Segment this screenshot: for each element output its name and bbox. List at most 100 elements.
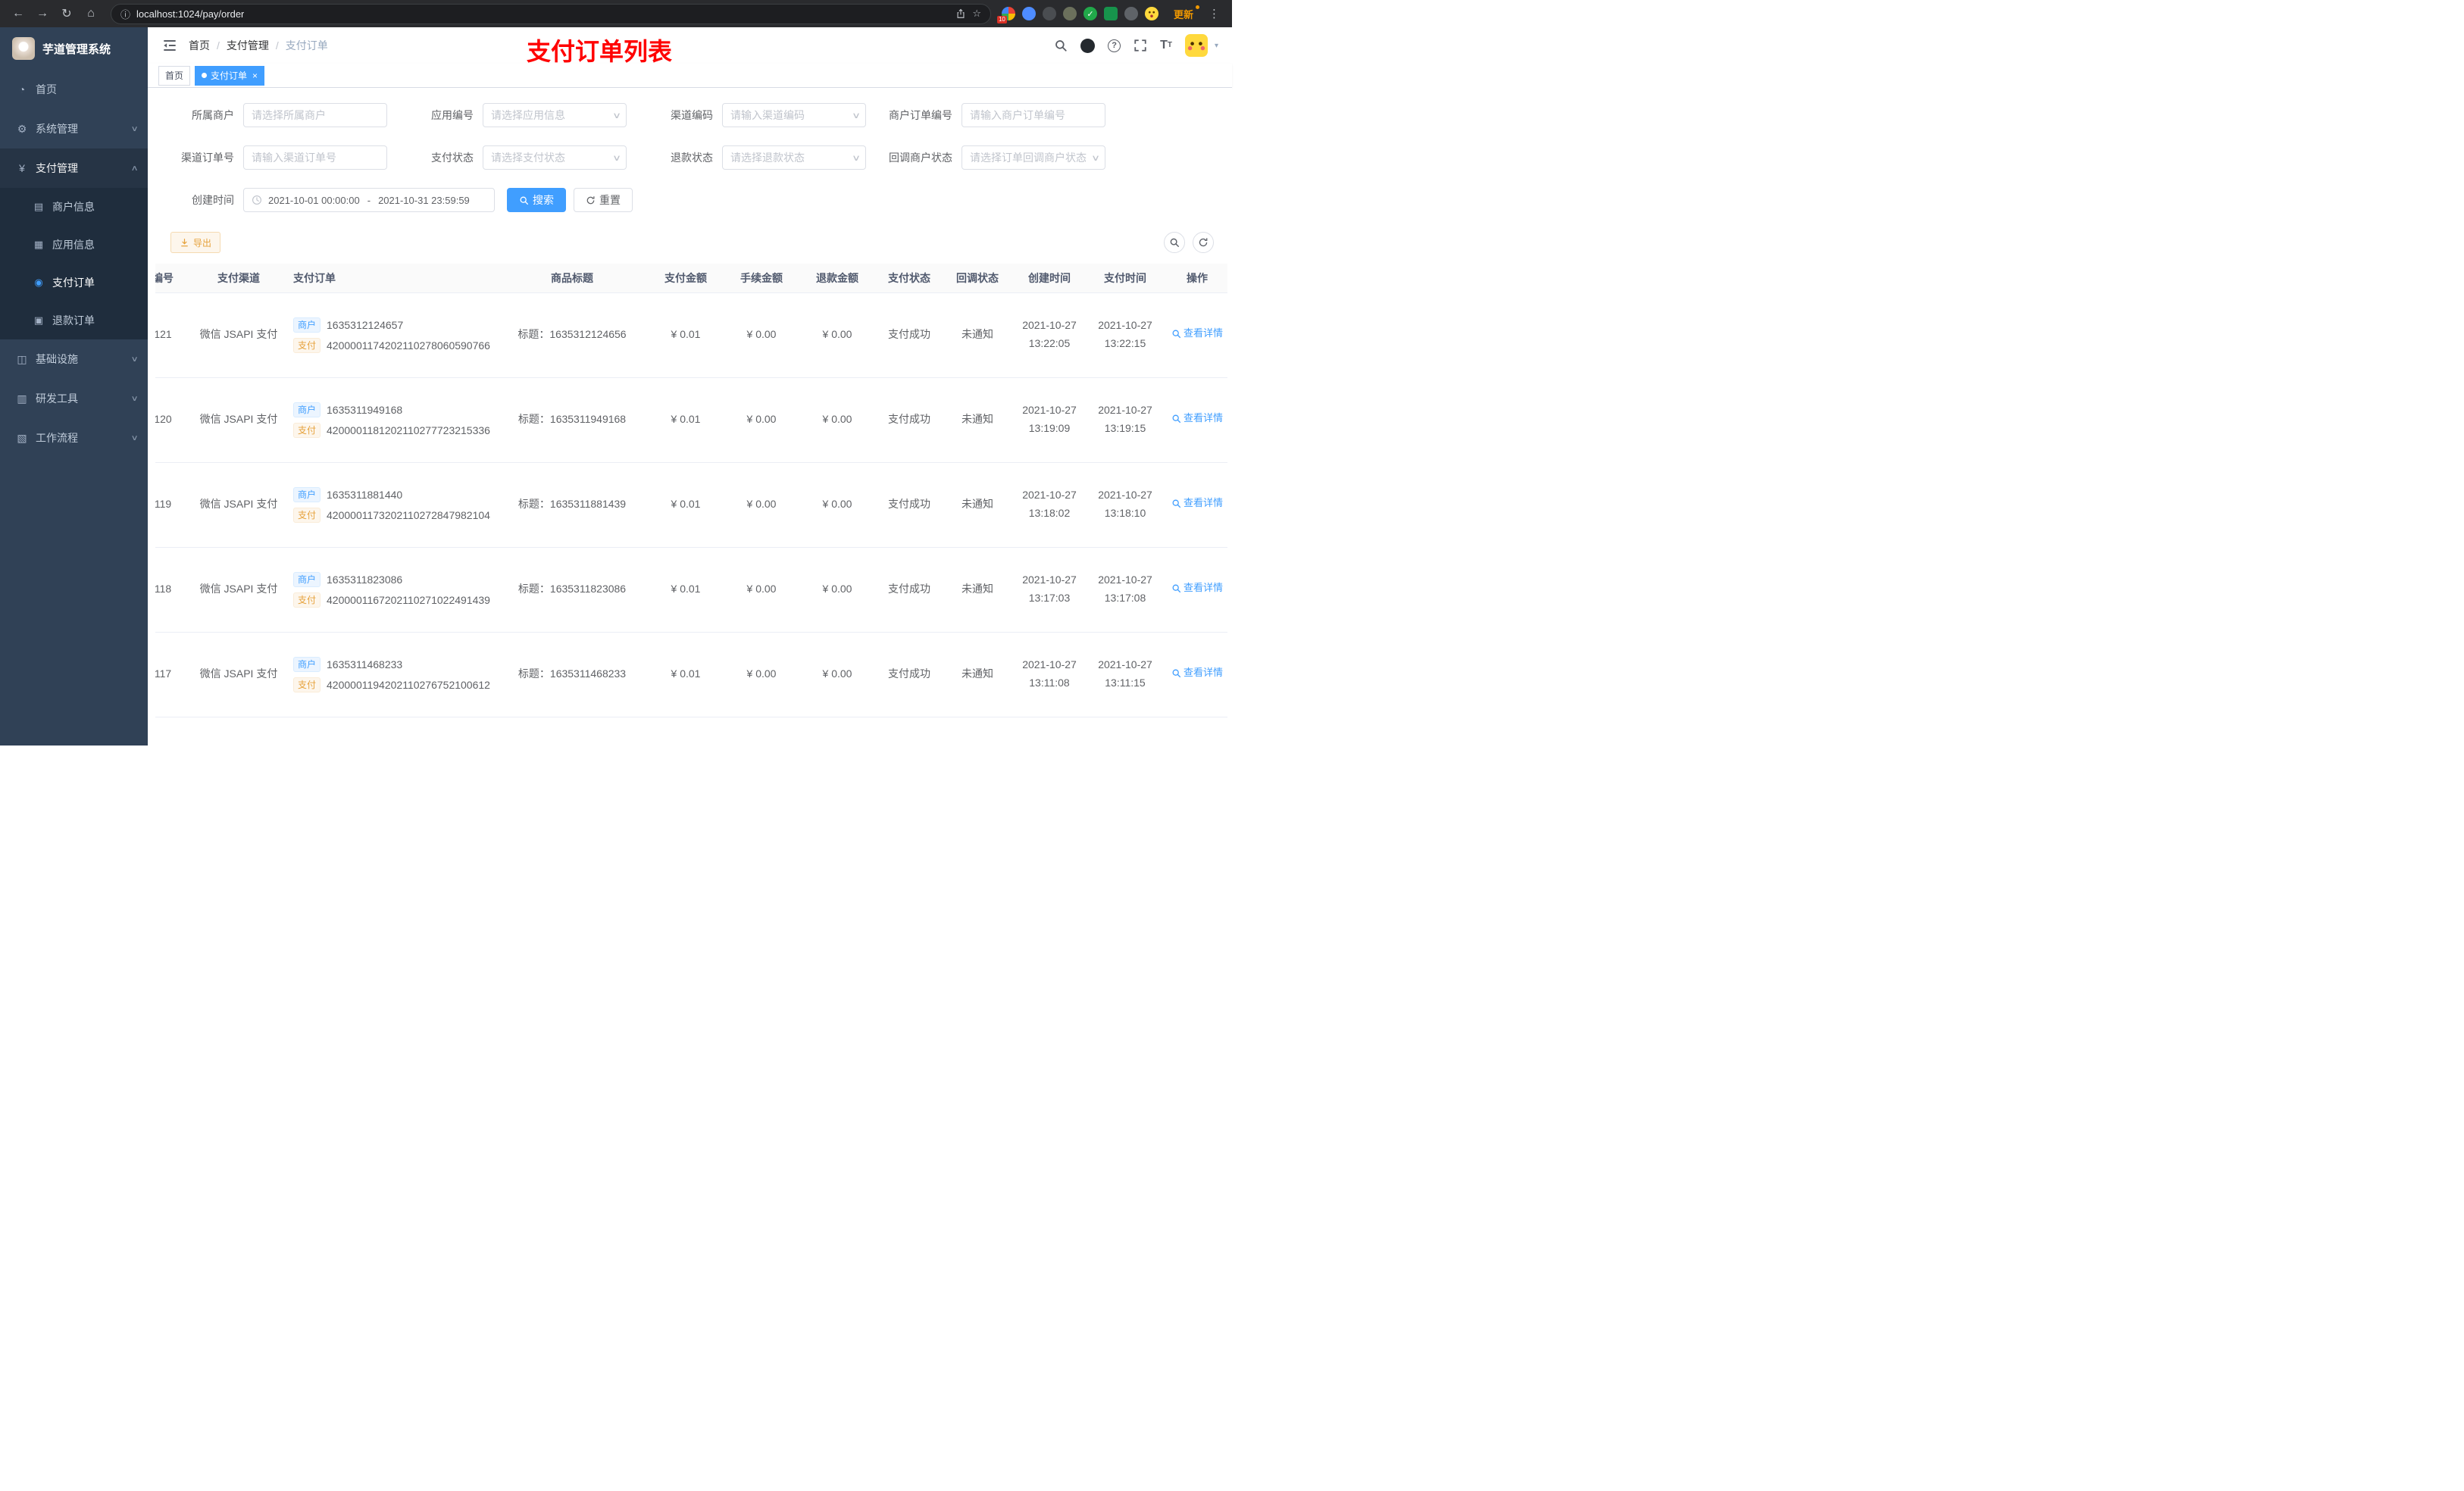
extension-icon[interactable]: ✓ bbox=[1083, 7, 1097, 20]
channel-code-input[interactable] bbox=[730, 109, 858, 121]
sidebar-item-system[interactable]: ⚙ 系统管理 ∨ bbox=[0, 109, 148, 148]
sidebar-item-home[interactable]: ◔ 首页 bbox=[0, 70, 148, 109]
pay-time-cell: 2021-10-27 13:18:10 bbox=[1087, 462, 1163, 548]
notify-status-input[interactable] bbox=[970, 152, 1097, 164]
view-detail-link[interactable]: 查看详情 bbox=[1171, 410, 1223, 427]
filter-notify-status: 回调商户状态 ∨ bbox=[886, 145, 1105, 170]
table-row: 117 微信 JSAPI 支付 商户 1635311468233 支付 420000119… bbox=[155, 632, 1227, 717]
filter-app-no: 应用编号 ∨ bbox=[407, 103, 627, 127]
pay-amount-cell: ¥ 0.01 bbox=[648, 292, 724, 378]
fee-amount-cell: ¥ 0.00 bbox=[724, 377, 799, 463]
close-icon[interactable]: × bbox=[252, 70, 258, 81]
toggle-search-icon[interactable] bbox=[1164, 232, 1185, 253]
site-info-icon[interactable]: ⓘ bbox=[120, 7, 130, 21]
merchant-input[interactable] bbox=[252, 109, 379, 121]
pay-status-cell: 支付成功 bbox=[875, 547, 943, 633]
col-header-pay-order: 支付订单 bbox=[284, 264, 496, 293]
view-detail-link[interactable]: 查看详情 bbox=[1171, 325, 1223, 342]
sidebar-item-workflow[interactable]: ▧ 工作流程 ∨ bbox=[0, 418, 148, 458]
view-detail-link[interactable]: 查看详情 bbox=[1171, 664, 1223, 681]
pay-time-cell bbox=[1087, 717, 1163, 746]
chevron-down-icon: ∨ bbox=[130, 355, 139, 364]
channel-order-no-input[interactable] bbox=[252, 152, 379, 164]
tab-home[interactable]: 首页 bbox=[158, 65, 191, 86]
sidebar-item-refund-order[interactable]: ▣ 退款订单 bbox=[0, 302, 148, 339]
notify-status-cell: 未通知 bbox=[943, 377, 1012, 463]
sidebar-item-merchant-info[interactable]: ▤ 商户信息 bbox=[0, 188, 148, 226]
browser-update-button[interactable]: 更新 bbox=[1168, 5, 1199, 23]
extension-icon[interactable]: 10 bbox=[996, 7, 1015, 23]
sidebar-item-payment[interactable]: ¥ 支付管理 ∧ bbox=[0, 148, 148, 188]
briefcase-icon: ▧ bbox=[17, 431, 27, 444]
sidebar-item-app-info[interactable]: ▦ 应用信息 bbox=[0, 226, 148, 264]
breadcrumb-pay[interactable]: 支付管理 bbox=[227, 38, 269, 53]
sidebar-fold-icon[interactable] bbox=[161, 37, 178, 54]
github-icon[interactable] bbox=[1080, 38, 1096, 53]
search-button[interactable]: 搜索 bbox=[507, 188, 566, 212]
extension-icon[interactable] bbox=[1042, 7, 1056, 20]
sidebar-item-infrastructure[interactable]: ◫ 基础设施 ∨ bbox=[0, 339, 148, 379]
font-size-icon[interactable]: TT bbox=[1160, 39, 1172, 52]
app-input[interactable] bbox=[491, 109, 618, 121]
url-bar[interactable]: ⓘ localhost:1024/pay/order ☆ bbox=[111, 3, 991, 24]
bookmark-star-icon[interactable]: ☆ bbox=[972, 8, 981, 20]
sidebar-item-dev-tools[interactable]: ▥ 研发工具 ∨ bbox=[0, 379, 148, 418]
date-range-start: 2021-10-01 00:00:00 bbox=[268, 194, 360, 206]
create-time-cell: 2021-10-27 13:22:05 bbox=[1012, 292, 1087, 378]
action-cell: 查看详情 bbox=[1163, 292, 1227, 378]
tab-label: 支付订单 bbox=[211, 70, 248, 81]
sidebar-item-pay-order[interactable]: ◉ 支付订单 bbox=[0, 264, 148, 302]
pay-time-cell: 2021-10-27 13:17:08 bbox=[1087, 547, 1163, 633]
order-table-body: 121 微信 JSAPI 支付 商户 1635312124657 支付 420000117… bbox=[155, 292, 1227, 746]
extensions-pin-icon[interactable] bbox=[1124, 7, 1138, 20]
view-detail-link[interactable]: 查看详情 bbox=[1171, 580, 1223, 596]
export-button[interactable]: 导出 bbox=[170, 232, 221, 253]
reset-button[interactable]: 重置 bbox=[574, 188, 633, 212]
product-title-cell bbox=[496, 717, 648, 746]
share-icon[interactable] bbox=[955, 8, 966, 19]
pay-order-cell: 商户 1635311949168 支付 42000011812021102777232… bbox=[284, 377, 496, 463]
avatar-caret-icon[interactable]: ▾ bbox=[1215, 42, 1218, 50]
product-title-cell: 标题：1635311949168 bbox=[496, 377, 648, 463]
notify-status-cell: 未通知 bbox=[943, 462, 1012, 548]
merchant-order-no-input[interactable] bbox=[970, 109, 1097, 121]
chevron-down-icon: ∨ bbox=[851, 153, 861, 163]
sidebar-item-label: 支付管理 bbox=[36, 162, 78, 174]
action-cell: 查看详情 bbox=[1163, 462, 1227, 548]
merchant-order-no: 1635311468233 bbox=[327, 658, 403, 670]
extension-icon[interactable] bbox=[1103, 7, 1118, 20]
pay-tag: 支付 bbox=[293, 507, 321, 523]
order-id-cell bbox=[155, 717, 193, 746]
create-time-range-picker[interactable]: 2021-10-01 00:00:00 - 2021-10-31 23:59:5… bbox=[243, 188, 495, 212]
help-icon[interactable]: ? bbox=[1108, 39, 1121, 52]
pay-time-cell: 2021-10-27 13:11:15 bbox=[1087, 632, 1163, 717]
sidebar-item-label: 基础设施 bbox=[36, 353, 78, 365]
yen-icon: ¥ bbox=[19, 162, 25, 174]
user-avatar[interactable] bbox=[1184, 34, 1208, 57]
view-detail-link[interactable]: 查看详情 bbox=[1171, 495, 1223, 511]
browser-profile-avatar[interactable] bbox=[1144, 7, 1159, 20]
header-search-icon[interactable] bbox=[1054, 39, 1068, 52]
table-row: 商户1635311357786 bbox=[155, 717, 1227, 746]
browser-menu-icon[interactable]: ⋮ bbox=[1205, 7, 1223, 20]
pay-channel-cell bbox=[193, 717, 284, 746]
pay-status-cell: 支付成功 bbox=[875, 462, 943, 548]
filter-label: 创建时间 bbox=[192, 194, 234, 206]
extension-icon[interactable] bbox=[1062, 7, 1077, 20]
filter-row-1: 所属商户 应用编号 ∨ 渠道编码 ∨ bbox=[167, 103, 1232, 127]
browser-back-button[interactable]: ← bbox=[9, 5, 27, 23]
breadcrumb-home[interactable]: 首页 bbox=[189, 38, 210, 53]
merchant-order-no-field bbox=[962, 103, 1105, 127]
browser-extensions: 10 ✓ bbox=[996, 7, 1159, 23]
browser-reload-button[interactable]: ↻ bbox=[58, 5, 76, 23]
channel-pay-no: 4200001174202110278060590766 bbox=[327, 339, 490, 352]
browser-home-button[interactable]: ⌂ bbox=[82, 5, 100, 23]
refund-status-input[interactable] bbox=[730, 152, 858, 164]
refresh-icon[interactable] bbox=[1193, 232, 1214, 253]
fee-amount-cell: ¥ 0.00 bbox=[724, 462, 799, 548]
fullscreen-icon[interactable] bbox=[1134, 39, 1147, 52]
extension-icon[interactable] bbox=[1021, 7, 1036, 20]
tab-pay-order[interactable]: 支付订单 × bbox=[195, 65, 265, 86]
browser-forward-button[interactable]: → bbox=[33, 5, 52, 23]
pay-status-input[interactable] bbox=[491, 152, 618, 164]
